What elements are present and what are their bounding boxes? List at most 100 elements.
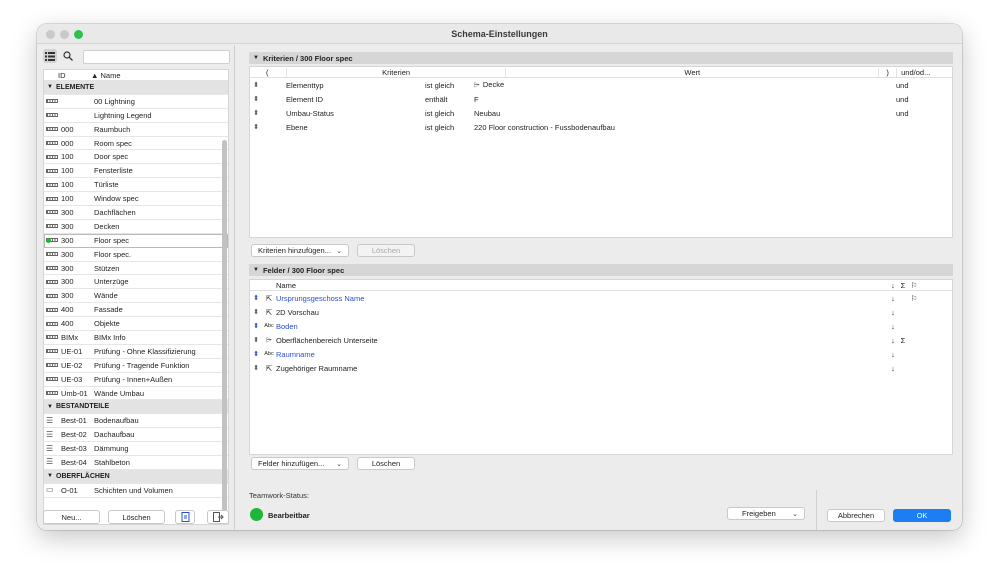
drag-handle-icon[interactable]: ⬍ (250, 336, 262, 344)
schedule-icon (46, 363, 58, 368)
schedule-icon (46, 335, 58, 340)
list-item[interactable]: BIMx BIMx Info (44, 331, 228, 345)
sum-column-icon[interactable]: Σ (898, 281, 908, 290)
list-item[interactable]: ▭ O-01 Schichten und Volumen (44, 484, 228, 498)
schedule-icon (46, 377, 58, 382)
import-icon[interactable] (175, 510, 195, 524)
window-title: Schema-Einstellungen (451, 29, 548, 39)
list-item[interactable]: ☰ Best-04 Stahlbeton (44, 456, 228, 470)
list-item[interactable]: UE-03 Prüfung - Innen+Außen (44, 373, 228, 387)
add-fields-button[interactable]: Felder hinzufügen... ⌄ (251, 457, 349, 470)
chevron-down-icon: ⌄ (336, 247, 342, 255)
list-item[interactable]: Lightning Legend (44, 109, 228, 123)
schedule-icon (46, 266, 58, 271)
criteria-row[interactable]: ⬍ Umbau-Status ist gleich Neubau und (250, 106, 952, 120)
list-item[interactable]: 00 Lightning (44, 95, 228, 109)
field-row[interactable]: ⬍ ⇱ 2D Vorschau ↓ (250, 305, 952, 319)
field-row[interactable]: ⬍ ⇱ Ursprungsgeschoss Name ↓ ⚐ (250, 291, 952, 305)
cursor-icon: ⇱ (265, 363, 273, 373)
list-item[interactable]: UE-02 Prüfung - Tragende Funktion (44, 359, 228, 373)
criteria-table-header: ( Kriterien Wert ) und/od... (250, 67, 952, 78)
delete-field-button[interactable]: Löschen (357, 457, 415, 470)
drag-handle-icon[interactable]: ⬍ (250, 308, 262, 316)
list-item[interactable]: 300 Decken (44, 220, 228, 234)
fields-section-header[interactable]: ▼ Felder / 300 Floor spec (249, 264, 953, 276)
component-stack-icon: ☰ (46, 443, 54, 453)
sort-column-icon[interactable]: ↓ (888, 281, 898, 290)
criteria-row[interactable]: ⬍ Ebene ist gleich 220 Floor constructio… (250, 120, 952, 134)
list-item[interactable]: ☰ Best-02 Dachaufbau (44, 428, 228, 443)
schedule-icon (46, 182, 58, 187)
list-item[interactable]: 100 Window spec (44, 192, 228, 207)
drag-handle-icon[interactable]: ⬍ (250, 81, 262, 89)
schedule-icon (46, 238, 58, 244)
chevron-down-icon: ⌄ (792, 510, 798, 518)
list-item[interactable]: UE-01 Prüfung - Ohne Klassifizierung (44, 345, 228, 359)
cancel-button[interactable]: Abbrechen (827, 509, 885, 522)
group-bestandteile[interactable]: ▼ BESTANDTEILE (44, 400, 228, 415)
delete-schema-button[interactable]: Löschen (108, 510, 165, 524)
list-scrollbar[interactable] (222, 140, 227, 518)
delete-criteria-button[interactable]: Löschen (357, 244, 415, 257)
schedule-icon (46, 279, 58, 284)
component-stack-icon: ☰ (46, 457, 54, 467)
drag-handle-icon[interactable]: ⬍ (250, 322, 262, 330)
criteria-row[interactable]: ⬍ Elementtyp ist gleich ⌲ Decke und (250, 78, 952, 92)
pin-column-icon[interactable]: ⚐ (908, 281, 920, 290)
field-row[interactable]: ⬍ Abc Raumname ↓ (250, 347, 952, 361)
schedule-icon (46, 141, 58, 145)
text-abc-icon: Abc (264, 323, 274, 329)
list-item-selected[interactable]: 300 Floor spec (44, 233, 228, 248)
field-row[interactable]: ⬍ ⇱ Zugehöriger Raumname ↓ (250, 361, 952, 375)
component-stack-icon: ☰ (46, 415, 54, 425)
drag-handle-icon[interactable]: ⬍ (250, 109, 262, 117)
list-item[interactable]: 300 Unterzüge (44, 275, 228, 290)
list-view-icon[interactable] (43, 49, 57, 63)
list-item[interactable]: 300 Dachflächen (44, 206, 228, 220)
drag-handle-icon[interactable]: ⬍ (250, 95, 262, 103)
pin-icon[interactable]: ⚐ (908, 294, 920, 303)
column-name[interactable]: ▲ Name (91, 71, 228, 80)
criteria-section-header[interactable]: ▼ Kriterien / 300 Floor spec (249, 52, 953, 64)
criteria-row[interactable]: ⬍ Element ID enthält F und (250, 92, 952, 106)
search-icon[interactable] (61, 49, 75, 63)
list-item[interactable]: ☰ Best-01 Bodenaufbau (44, 414, 228, 429)
drag-handle-icon[interactable]: ⬍ (250, 123, 262, 131)
field-row[interactable]: ⬍ Abc Boden ↓ (250, 319, 952, 333)
list-item[interactable]: 100 Fensterliste (44, 164, 228, 179)
list-item[interactable]: ☰ Best-03 Dämmung (44, 442, 228, 457)
group-oberflaechen[interactable]: ▼ OBERFLÄCHEN (44, 469, 228, 484)
teamwork-status-indicator (250, 508, 263, 521)
list-item[interactable]: 300 Stützen (44, 262, 228, 276)
titlebar: Schema-Einstellungen (37, 24, 962, 44)
list-item[interactable]: 100 Door spec (44, 150, 228, 165)
list-item[interactable]: Umb-01 Wände Umbau (44, 387, 228, 401)
add-criteria-button[interactable]: Kriterien hinzufügen... ⌄ (251, 244, 349, 257)
export-icon[interactable] (207, 510, 229, 524)
list-item[interactable]: 000 Room spec (44, 137, 228, 151)
search-input[interactable] (83, 50, 230, 64)
list-item[interactable]: 100 Türliste (44, 178, 228, 193)
ok-button[interactable]: OK (893, 509, 951, 522)
drag-handle-icon[interactable]: ⬍ (250, 350, 262, 358)
list-item[interactable]: 400 Fassade (44, 303, 228, 318)
schedule-icon (46, 127, 58, 132)
schema-list: ID ▲ Name ▼ ELEMENTE 00 Lightning Lightni… (43, 69, 229, 525)
element-type-icon: ⌲ (474, 80, 480, 89)
list-item[interactable]: 300 Floor spec. (44, 248, 228, 262)
schedule-icon (46, 196, 58, 201)
new-schema-button[interactable]: Neu... (43, 510, 100, 524)
release-button[interactable]: Freigeben ⌄ (727, 507, 805, 520)
drag-handle-icon[interactable]: ⬍ (250, 364, 262, 372)
schedule-icon (46, 321, 58, 326)
list-item[interactable]: 300 Wände (44, 289, 228, 304)
schedule-icon (46, 293, 58, 298)
drag-handle-icon[interactable]: ⬍ (250, 294, 262, 302)
list-item[interactable]: 000 Raumbuch (44, 123, 228, 137)
group-elemente[interactable]: ▼ ELEMENTE (44, 81, 228, 95)
column-id[interactable]: ID (58, 71, 91, 80)
schedule-icon (46, 252, 58, 257)
schema-settings-window: Schema-Einstellungen ID ▲ Name ▼ ELEMENTE… (37, 24, 962, 530)
field-row[interactable]: ⬍ ⌲ Oberflächenbereich Unterseite ↓ Σ (250, 333, 952, 347)
list-item[interactable]: 400 Objekte (44, 317, 228, 332)
